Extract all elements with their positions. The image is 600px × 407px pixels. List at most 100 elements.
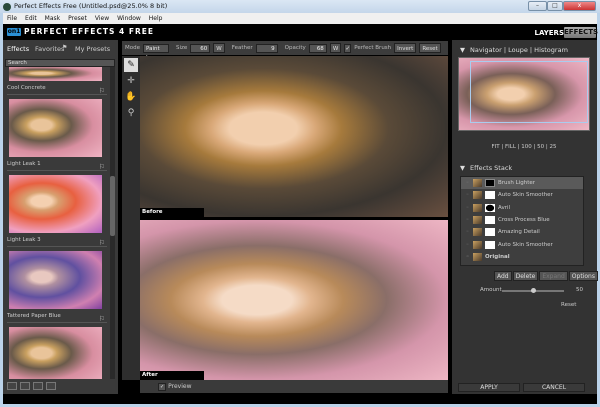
size-field[interactable]: 60 <box>190 43 211 53</box>
perfect-brush-label: Perfect Brush <box>354 45 392 51</box>
apply-button[interactable]: APPLY <box>458 383 520 392</box>
flag-icon[interactable]: ⚐ <box>99 236 105 250</box>
effect-thumbnail[interactable] <box>9 67 102 81</box>
effects-tab[interactable]: EFFECTS <box>564 27 598 38</box>
stack-item[interactable]: ◦ Cross Process Blue <box>461 214 583 226</box>
size-label: Size <box>176 45 188 51</box>
effects-list: Cool Concrete ⚐ Light Leak 1 ⚐ Light Leak … <box>7 67 107 379</box>
collapse-icon[interactable]: ▼ <box>460 164 465 172</box>
tool-palette: ✎ ✛ ✋ ⚲ <box>122 56 140 380</box>
reset-button[interactable]: Reset <box>419 43 441 53</box>
title-bar: Perfect Effects Free (Untitled.psd@25.0%… <box>0 0 600 13</box>
layers-tab[interactable]: LAYERS <box>535 29 565 37</box>
mask-thumbnail <box>485 203 495 212</box>
menu-view[interactable]: View <box>95 13 109 24</box>
mask-thumbnail <box>485 240 495 249</box>
amount-slider-handle[interactable] <box>531 288 536 293</box>
stack-item[interactable]: ◦ Amazing Detail <box>461 226 583 238</box>
two-column-view-button[interactable] <box>20 382 30 390</box>
flag-icon[interactable]: ⚐ <box>99 160 105 174</box>
app-icon <box>3 3 11 11</box>
brush-tool-icon[interactable]: ✎ <box>124 58 138 72</box>
list-view-button[interactable] <box>46 382 56 390</box>
menu-edit[interactable]: Edit <box>25 13 37 24</box>
effect-thumbnail[interactable] <box>9 327 102 379</box>
single-view-button[interactable] <box>7 382 17 390</box>
eye-icon: ◦ <box>466 217 469 224</box>
mode-label: Mode <box>125 45 140 51</box>
stack-item[interactable]: ◦ Brush Lighter <box>461 177 583 190</box>
add-button[interactable]: Add <box>494 271 512 281</box>
tab-effects[interactable]: Effects <box>7 45 29 53</box>
menu-preset[interactable]: Preset <box>68 13 87 24</box>
stack-buttons: Add Delete Expand Options <box>494 271 598 281</box>
menu-window[interactable]: Window <box>117 13 141 24</box>
navigator-viewport[interactable] <box>470 61 588 123</box>
list-item: Tattered Paper Blue ⚐ <box>7 309 107 323</box>
amount-value: 50 <box>576 287 583 293</box>
opacity-w-button[interactable]: W <box>329 43 342 53</box>
perfect-brush-checkbox[interactable]: ✓ <box>344 43 352 53</box>
eye-icon: ◦ <box>466 192 469 199</box>
masking-bug-icon[interactable]: ✛ <box>124 74 138 88</box>
preview-label: Preview <box>168 383 192 390</box>
tab-my-presets[interactable]: My Presets <box>75 45 110 53</box>
eye-icon: ◦ <box>466 204 469 211</box>
list-item: Light Leak 3 ⚐ <box>7 233 107 247</box>
eye-icon: ◦ <box>466 241 469 248</box>
delete-button[interactable]: Delete <box>512 271 539 281</box>
effects-stack-header: Effects Stack <box>470 164 513 172</box>
search-input[interactable]: Search <box>5 59 115 67</box>
after-image[interactable] <box>140 220 448 380</box>
effect-thumbnail[interactable] <box>9 175 102 233</box>
scrollbar-thumb[interactable] <box>110 176 115 236</box>
canvas-footer: ✓ Preview <box>140 380 448 393</box>
flag-icon[interactable]: ⚐ <box>99 84 105 98</box>
opacity-field[interactable]: 68 <box>308 43 327 53</box>
stack-item-original[interactable]: ◦ Original <box>461 251 583 263</box>
effects-stack: ◦ Brush Lighter ◦ Auto Skin Smoother ◦ Avri… <box>460 176 584 266</box>
amount-label: Amount <box>480 287 502 293</box>
effect-thumbnail[interactable] <box>9 251 102 309</box>
brand-bar: on1 PERFECT EFFECTS 4 FREE <box>3 24 154 40</box>
menu-file[interactable]: File <box>7 13 17 24</box>
effect-icon <box>473 191 482 200</box>
maximize-button[interactable]: □ <box>547 1 563 11</box>
mask-thumbnail <box>485 191 495 200</box>
effect-icon <box>473 252 482 261</box>
menu-help[interactable]: Help <box>149 13 163 24</box>
expand-button: Expand <box>539 271 568 281</box>
cancel-button[interactable]: CANCEL <box>523 383 585 392</box>
three-column-view-button[interactable] <box>33 382 43 390</box>
collapse-icon[interactable]: ▼ <box>460 46 465 54</box>
feather-field[interactable]: 9 <box>255 43 278 53</box>
stack-item[interactable]: ◦ Avril <box>461 202 583 214</box>
navigator-header[interactable]: Navigator | Loupe | Histogram <box>470 46 568 54</box>
amount-reset-button[interactable]: Reset <box>561 302 576 308</box>
effect-icon <box>473 203 482 212</box>
flag-icon[interactable]: ⚐ <box>99 312 105 326</box>
after-label[interactable]: After <box>140 371 204 380</box>
before-label[interactable]: Before <box>140 208 204 217</box>
zoom-presets[interactable]: FIT | FILL | 100 | 50 | 25 <box>458 144 590 150</box>
stack-item[interactable]: ◦ Auto Skin Smoother <box>461 189 583 201</box>
size-w-button[interactable]: W <box>213 43 225 53</box>
zoom-tool-icon[interactable]: ⚲ <box>124 106 138 120</box>
preview-checkbox[interactable]: ✓ <box>158 383 167 391</box>
mode-select[interactable]: Paint In <box>143 43 169 61</box>
before-image[interactable] <box>140 56 448 217</box>
close-button[interactable]: x <box>563 1 596 11</box>
stack-item[interactable]: ◦ Auto Skin Smoother <box>461 238 583 250</box>
options-button[interactable]: Options <box>568 271 598 281</box>
eye-icon: ◦ <box>466 229 469 236</box>
effect-icon <box>473 179 482 188</box>
effect-thumbnail[interactable] <box>9 99 102 157</box>
tab-favorites[interactable]: Favorites <box>35 45 64 53</box>
invert-button[interactable]: Invert <box>394 43 417 53</box>
minimize-button[interactable]: – <box>528 1 547 11</box>
hand-tool-icon[interactable]: ✋ <box>124 90 138 104</box>
menu-mask[interactable]: Mask <box>45 13 60 24</box>
eye-icon: ◦ <box>466 253 470 260</box>
mask-thumbnail <box>485 216 495 225</box>
mask-thumbnail <box>485 179 495 188</box>
